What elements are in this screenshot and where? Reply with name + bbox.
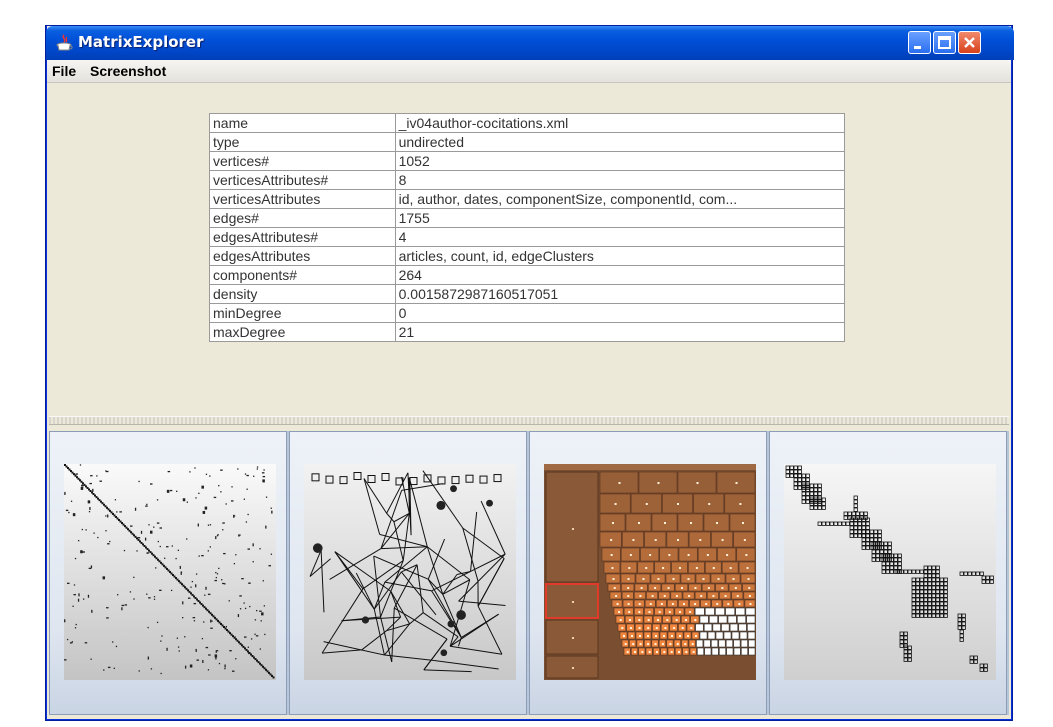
property-key: edges#: [209, 208, 396, 228]
property-row: name _iv04author-cocitations.xml: [209, 113, 846, 133]
property-row: edgesAttributes# 4: [209, 227, 846, 247]
adjacency-matrix-image: [64, 464, 276, 680]
property-value: id, author, dates, componentSize, compon…: [394, 189, 846, 209]
menu-file[interactable]: File: [52, 63, 76, 79]
split-pane-divider[interactable]: [49, 416, 1009, 425]
minimize-icon: [914, 46, 921, 49]
matrixexplorer-window: MatrixExplorer File Screenshot name _iv04…: [46, 26, 1014, 720]
property-row: edgesAttributes articles, count, id, edge…: [209, 246, 846, 266]
property-value: 0: [394, 303, 846, 323]
property-row: verticesAttributes# 8: [209, 170, 846, 190]
thumbnail-strip: [49, 431, 1009, 715]
property-value: 0.0015872987160517051: [394, 284, 846, 304]
property-row: components# 264: [209, 265, 846, 285]
property-row: type undirected: [209, 132, 846, 152]
property-key: density: [209, 284, 396, 304]
property-key: vertices#: [209, 151, 396, 171]
property-key: maxDegree: [209, 322, 396, 342]
node-link-diagram-image: [304, 464, 516, 680]
property-key: verticesAttributes#: [209, 170, 396, 190]
menu-screenshot[interactable]: Screenshot: [90, 63, 166, 79]
close-button[interactable]: [958, 31, 981, 54]
property-key: name: [209, 113, 396, 133]
property-value: 1755: [394, 208, 846, 228]
property-value: _iv04author-cocitations.xml: [394, 113, 846, 133]
property-value: 4: [394, 227, 846, 247]
property-row: verticesAttributes id, author, dates, com…: [209, 189, 846, 209]
property-value: undirected: [394, 132, 846, 152]
property-row: minDegree 0: [209, 303, 846, 323]
property-value: 21: [394, 322, 846, 342]
thumbnail-treemap-view[interactable]: [529, 431, 767, 715]
property-value: 1052: [394, 151, 846, 171]
thumbnail-node-link-view[interactable]: [289, 431, 527, 715]
component-matrix-image: [784, 464, 996, 680]
minimize-button[interactable]: [908, 31, 931, 54]
property-row: vertices# 1052: [209, 151, 846, 171]
maximize-button[interactable]: [933, 31, 956, 54]
title-bar[interactable]: MatrixExplorer: [46, 26, 1014, 60]
property-key: minDegree: [209, 303, 396, 323]
thumbnail-component-view[interactable]: [769, 431, 1007, 715]
property-row: maxDegree 21: [209, 322, 846, 342]
property-value: 8: [394, 170, 846, 190]
property-key: components#: [209, 265, 396, 285]
menu-bar: File Screenshot: [47, 60, 1011, 83]
graph-properties-table: name _iv04author-cocitations.xml type undir…: [209, 113, 846, 342]
property-row: edges# 1755: [209, 208, 846, 228]
window-title: MatrixExplorer: [78, 33, 204, 51]
java-cup-icon: [56, 34, 73, 51]
thumbnail-matrix-view[interactable]: [49, 431, 287, 715]
close-icon: [964, 37, 975, 48]
property-key: verticesAttributes: [209, 189, 396, 209]
property-key: type: [209, 132, 396, 152]
property-value: 264: [394, 265, 846, 285]
property-key: edgesAttributes: [209, 246, 396, 266]
property-value: articles, count, id, edgeClusters: [394, 246, 846, 266]
property-key: edgesAttributes#: [209, 227, 396, 247]
property-row: density 0.0015872987160517051: [209, 284, 846, 304]
maximize-icon: [938, 36, 951, 49]
treemap-image: [544, 464, 756, 680]
